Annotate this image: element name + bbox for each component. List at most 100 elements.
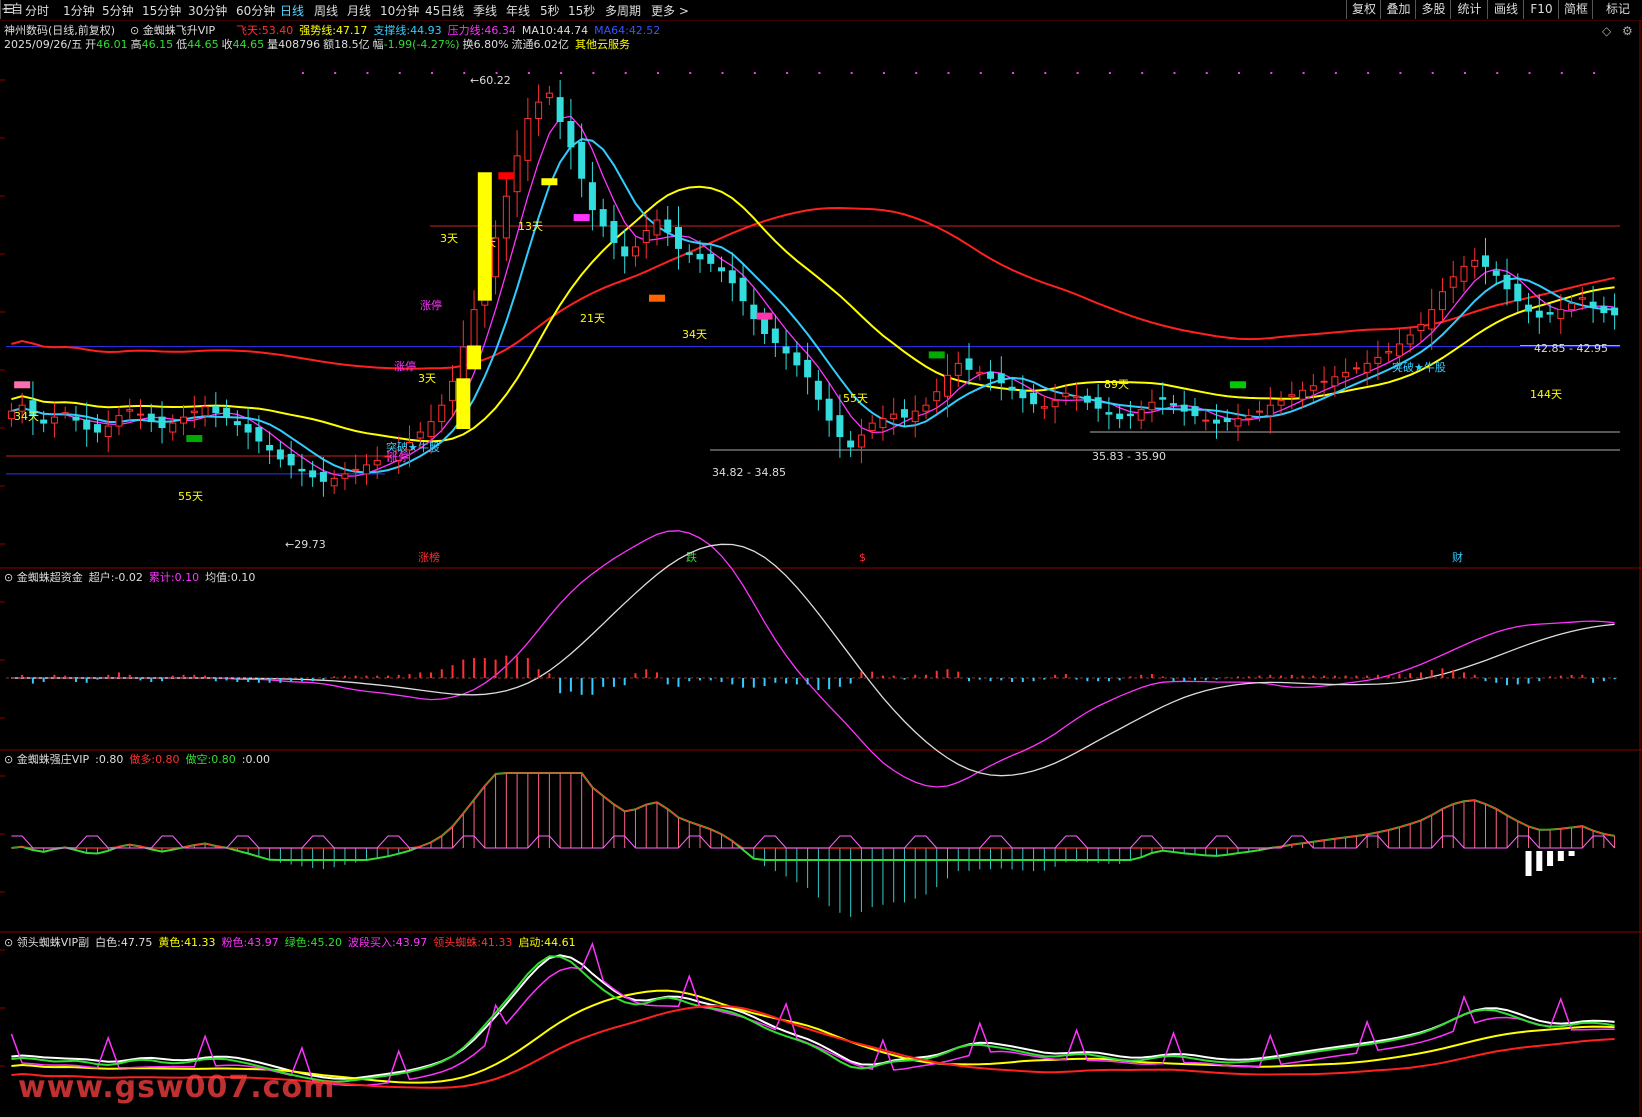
candle-body bbox=[1385, 350, 1393, 354]
signal-dot bbox=[366, 72, 369, 74]
candle-body bbox=[1471, 259, 1479, 267]
day-count-label-10: 144天 bbox=[1530, 388, 1562, 401]
toolbar-button-3[interactable]: 统计 bbox=[1450, 0, 1488, 19]
candle-body bbox=[1320, 380, 1328, 383]
period-tab-7[interactable]: 周线 bbox=[314, 2, 338, 19]
period-tab-16[interactable]: 更多 > bbox=[651, 2, 689, 19]
period-tab-14[interactable]: 15秒 bbox=[568, 2, 595, 19]
candle-body bbox=[664, 219, 672, 233]
watermark: www.gsw007.com bbox=[18, 1070, 336, 1105]
toolbar-button-0[interactable]: 复权 bbox=[1346, 0, 1381, 19]
p4-value-4: 43.97 bbox=[395, 936, 428, 949]
period-tab-3[interactable]: 15分钟 bbox=[142, 2, 181, 19]
candle-body bbox=[201, 406, 209, 417]
panel2-toggle-icon[interactable]: ⊙ bbox=[4, 571, 13, 584]
event-label-3: 财 bbox=[1452, 550, 1463, 564]
candle-body bbox=[1482, 255, 1489, 267]
candle-body bbox=[1169, 403, 1177, 406]
candle-body bbox=[1040, 406, 1048, 409]
candle-body bbox=[879, 418, 887, 429]
extra-service[interactable]: 其他云服务 bbox=[575, 38, 630, 51]
candle-body bbox=[1030, 392, 1038, 405]
candle-body bbox=[588, 182, 596, 211]
signal-dot bbox=[1463, 72, 1466, 74]
panel3-toggle-icon[interactable]: ⊙ bbox=[4, 753, 13, 766]
period-tab-11[interactable]: 季线 bbox=[473, 2, 497, 19]
signal-dot bbox=[592, 72, 595, 74]
panel4-toggle-icon[interactable]: ⊙ bbox=[4, 936, 13, 949]
info-value-6: -1.99(-4.27%) bbox=[383, 38, 460, 51]
signal-marker-6 bbox=[756, 312, 773, 320]
p3-value-2: 0.80 bbox=[211, 753, 236, 766]
signal-dot bbox=[882, 72, 885, 74]
period-tab-5[interactable]: 60分钟 bbox=[236, 2, 275, 19]
candle-body bbox=[362, 464, 370, 475]
settings-icon[interactable]: ⚙ bbox=[1622, 24, 1633, 38]
candle-body bbox=[793, 352, 801, 366]
candle-body bbox=[653, 219, 661, 236]
signal-dot bbox=[656, 72, 659, 74]
limit-up-block-1 bbox=[467, 345, 482, 370]
candle-body bbox=[1352, 367, 1360, 370]
panel2-title: ⊙ 金蜘蛛超资金 超户:-0.02 累计:0.10 均值:0.10 bbox=[4, 571, 256, 584]
signal-dot bbox=[398, 72, 401, 74]
fly-line bbox=[11, 206, 1615, 370]
candle-body bbox=[1568, 303, 1576, 311]
p4-value-5: 41.33 bbox=[480, 936, 513, 949]
period-tab-10[interactable]: 45日线 bbox=[425, 2, 464, 19]
toolbar-button-4[interactable]: 画线 bbox=[1487, 0, 1524, 19]
candle-body bbox=[1406, 334, 1414, 345]
p4-label-1: 黄色: bbox=[158, 936, 185, 949]
candle-body bbox=[685, 252, 693, 255]
candle-body bbox=[1256, 410, 1264, 413]
limit-up-label-3: 涨停 bbox=[394, 359, 416, 373]
period-tab-12[interactable]: 年线 bbox=[506, 2, 530, 19]
toolbar-button-1[interactable]: 叠加 bbox=[1380, 0, 1416, 19]
period-tab-8[interactable]: 月线 bbox=[347, 2, 371, 19]
signal-dot bbox=[1205, 72, 1208, 74]
breakout-label-2: 突破★牛股 bbox=[1392, 360, 1446, 374]
candle-body bbox=[675, 227, 682, 249]
signal-marker-4 bbox=[573, 214, 590, 222]
period-tab-9[interactable]: 10分钟 bbox=[380, 2, 419, 19]
info-value-1: 46.15 bbox=[141, 38, 174, 51]
period-tab-15[interactable]: 多周期 bbox=[605, 2, 641, 19]
candle-body bbox=[287, 453, 295, 466]
toolbar-button-8[interactable]: +自 bbox=[0, 0, 23, 19]
period-tab-4[interactable]: 30分钟 bbox=[188, 2, 227, 19]
signal-dot bbox=[463, 72, 466, 74]
period-tab-1[interactable]: 1分钟 bbox=[63, 2, 95, 19]
p3-label-1: 做多: bbox=[129, 753, 156, 766]
candle-body bbox=[309, 470, 317, 478]
p4-label-3: 绿色: bbox=[284, 936, 311, 949]
period-tab-2[interactable]: 5分钟 bbox=[102, 2, 134, 19]
period-tab-0[interactable]: 分时 bbox=[25, 2, 49, 19]
signal-dot bbox=[1399, 72, 1402, 74]
candle-body bbox=[449, 380, 457, 402]
candle-body bbox=[1331, 376, 1339, 387]
p2-label-0: 超户: bbox=[88, 571, 115, 584]
p4-label-0: 白色: bbox=[95, 936, 121, 949]
toolbar-button-6[interactable]: 简框 bbox=[1558, 0, 1593, 19]
info-label-1: 高 bbox=[130, 38, 142, 51]
candle-body bbox=[50, 416, 58, 424]
period-tab-6[interactable]: 日线 bbox=[280, 2, 304, 19]
day-count-label-8: 55天 bbox=[843, 392, 868, 405]
candle-body bbox=[1299, 389, 1307, 400]
pink-step-line bbox=[11, 835, 1615, 849]
candle-body bbox=[642, 229, 650, 243]
expand-icon[interactable]: ◇ bbox=[1602, 24, 1611, 38]
candle-body bbox=[1062, 392, 1070, 397]
candle-body bbox=[244, 424, 252, 433]
candle-body bbox=[438, 404, 446, 423]
candle-body bbox=[1008, 386, 1016, 391]
signal-dot bbox=[527, 72, 530, 74]
toolbar-button-7[interactable]: 标记 bbox=[1592, 0, 1642, 19]
period-tab-13[interactable]: 5秒 bbox=[540, 2, 560, 19]
event-label-0: 涨榜 bbox=[418, 550, 440, 564]
toolbar-button-5[interactable]: F10 bbox=[1523, 0, 1559, 19]
toolbar-button-2[interactable]: 多股 bbox=[1415, 0, 1451, 19]
panel3-title: ⊙ 金蜘蛛强庄VIP:0.80 做多:0.80 做空:0.80:0.00 bbox=[4, 753, 270, 766]
signal-dot bbox=[689, 72, 692, 74]
signal-dot bbox=[1270, 72, 1273, 74]
